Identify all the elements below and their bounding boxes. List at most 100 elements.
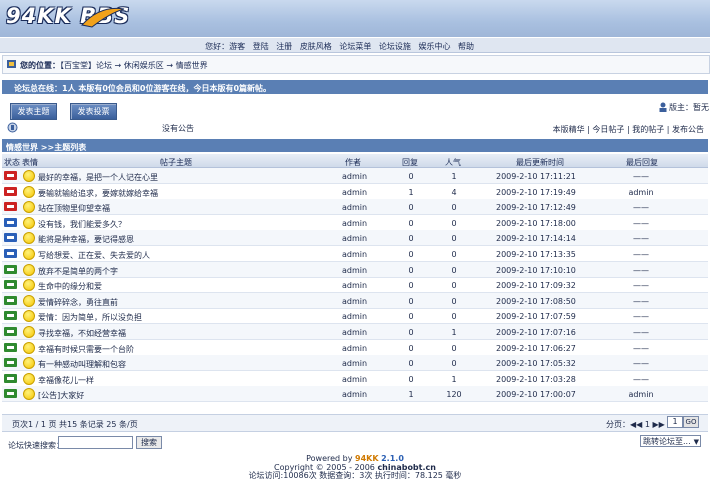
table-row[interactable]: 放弃不是简单的两个字 admin 0 0 2009-2-10 17:10:10 ——: [2, 261, 708, 278]
topic-replies: 0: [408, 265, 414, 275]
topic-views: 1: [451, 172, 457, 181]
table-row[interactable]: 写给想爱、正在爱、失去爱的人 admin 0 0 2009-2-10 17:13:35 —…: [2, 246, 708, 262]
online-status-text: 论坛总在线：1人 本版有0位会员和0位游客在线，今日本版有0篇新帖。: [14, 84, 272, 93]
search-input[interactable]: [58, 436, 133, 449]
search-button[interactable]: 搜索: [136, 436, 162, 449]
topic-icon: [4, 389, 17, 399]
topic-last-time: 2009-2-10 17:05:32: [496, 359, 576, 369]
topic-author[interactable]: admin: [342, 297, 367, 306]
smiley-icon: [23, 170, 35, 182]
topic-author[interactable]: admin: [342, 359, 367, 368]
topic-author[interactable]: admin: [342, 328, 367, 337]
topic-replies: 0: [408, 234, 414, 244]
topic-replies: 1: [408, 390, 414, 400]
breadcrumb-path[interactable]: 【百宝堂】论坛 → 休闲娱乐区 → 情感世界: [60, 61, 208, 70]
topic-author[interactable]: admin: [342, 266, 367, 275]
smiley-icon: [23, 341, 35, 354]
go-button[interactable]: GO: [683, 416, 699, 428]
table-row[interactable]: 寻找幸福，不如经营幸福 admin 0 1 2009-2-10 17:07:16 ——: [2, 324, 708, 340]
table-row[interactable]: 爱情：因为简单，所以没负担 admin 0 0 2009-2-10 17:07:59 ——: [2, 308, 708, 325]
nav-help[interactable]: 帮助: [458, 42, 474, 51]
topic-replies: 0: [408, 281, 414, 291]
smiley-icon: [23, 357, 35, 370]
moderator-icon: [659, 102, 667, 112]
table-row[interactable]: 爱情碎碎念，勇往直前 admin 0 0 2009-2-10 17:08:50 ——: [2, 292, 708, 309]
topic-title[interactable]: 要输就输给追求，要嫁就嫁给幸福: [38, 188, 158, 199]
topic-title[interactable]: 放弃不是简单的两个字: [38, 266, 118, 277]
table-row[interactable]: 没有钱，我们能爱多久？ admin 0 0 2009-2-10 17:18:00 ——: [2, 215, 708, 231]
new-topic-button[interactable]: 发表主题: [10, 103, 57, 120]
topic-author[interactable]: admin: [342, 250, 367, 259]
topic-title[interactable]: 爱情：因为简单，所以没负担: [38, 312, 142, 323]
table-row[interactable]: 幸福有时候只需要一个台阶 admin 0 0 2009-2-10 17:06:27 ——: [2, 340, 708, 356]
topic-title[interactable]: 有一种感动叫理解和包容: [38, 359, 126, 370]
topic-title[interactable]: 生命中的缘分和爱: [38, 281, 102, 292]
topic-title[interactable]: 寻找幸福，不如经营幸福: [38, 328, 126, 339]
topic-author[interactable]: admin: [342, 234, 367, 243]
topic-title[interactable]: 没有钱，我们能爱多久？: [38, 219, 126, 230]
board-links[interactable]: 本版精华 | 今日帖子 | 我的帖子 | 发布公告: [553, 124, 704, 135]
smiley-icon: [23, 388, 35, 401]
topic-title[interactable]: 能将是种幸福，要记得感恩: [38, 234, 134, 245]
top-nav: 您好：游客 登陆 注册 皮肤风格 论坛菜单 论坛设施 娱乐中心 帮助: [205, 41, 474, 52]
table-row[interactable]: 生命中的缘分和爱 admin 0 0 2009-2-10 17:09:32 ——: [2, 277, 708, 294]
topic-last-time: 2009-2-10 17:11:21: [496, 172, 576, 181]
topic-author[interactable]: admin: [342, 281, 367, 290]
topic-list-title-bar: 情感世界 >>主题列表: [2, 139, 708, 152]
nav-forum-menu[interactable]: 论坛菜单: [339, 42, 371, 51]
nav-register[interactable]: 注册: [276, 42, 292, 51]
page-number-input[interactable]: 1: [667, 416, 683, 428]
topic-last-reply: admin: [628, 187, 654, 197]
table-row[interactable]: 有一种感动叫理解和包容 admin 0 0 2009-2-10 17:05:32 ——: [2, 355, 708, 372]
topic-replies: 0: [408, 296, 414, 306]
smiley-icon: [23, 310, 35, 323]
col-author: 作者: [345, 158, 361, 167]
col-status: 状态: [4, 158, 20, 167]
table-row[interactable]: [公告]大家好 admin 1 120 2009-2-10 17:00:07 admin: [2, 386, 708, 403]
nav-entertainment[interactable]: 娱乐中心: [418, 42, 450, 51]
topic-author[interactable]: admin: [342, 375, 367, 384]
topic-replies: 0: [408, 374, 414, 384]
topic-title[interactable]: 幸福有时候只需要一个台阶: [38, 344, 134, 355]
topic-author[interactable]: admin: [342, 390, 367, 399]
table-row[interactable]: 能将是种幸福，要记得感恩 admin 0 0 2009-2-10 17:14:14 ——: [2, 230, 708, 247]
topic-last-time: 2009-2-10 17:00:07: [496, 390, 576, 400]
new-poll-button[interactable]: 发表投票: [70, 103, 117, 120]
table-row[interactable]: 最好的幸福，是把一个人记在心里 admin 0 1 2009-2-10 17:11:21…: [2, 168, 708, 184]
topic-author[interactable]: admin: [342, 203, 367, 212]
topic-author[interactable]: admin: [342, 312, 367, 321]
topic-last-time: 2009-2-10 17:07:59: [496, 312, 576, 322]
smiley-icon: [23, 263, 35, 276]
search-label: 论坛快速搜索：: [8, 441, 64, 450]
topic-last-reply: admin: [628, 390, 654, 400]
nav-skin[interactable]: 皮肤风格: [300, 42, 332, 51]
smiley-icon: [23, 372, 35, 385]
announcement-icon: [7, 122, 18, 133]
topic-title[interactable]: [公告]大家好: [38, 390, 84, 401]
nav-login[interactable]: 登陆: [253, 42, 269, 51]
topic-title[interactable]: 最好的幸福，是把一个人记在心里: [38, 172, 158, 183]
topic-title[interactable]: 写给想爱、正在爱、失去爱的人: [38, 250, 150, 261]
smiley-icon: [23, 201, 35, 214]
topic-icon: [4, 358, 17, 368]
footer: Powered by 94KK 2.1.0 Copyright © 2005 -…: [0, 454, 710, 481]
topic-author[interactable]: admin: [342, 172, 367, 181]
topic-title[interactable]: 站在顶物里仰望幸福: [38, 203, 110, 214]
hot-topic-icon: [4, 202, 17, 212]
new-topic-icon: [4, 217, 17, 227]
topic-author[interactable]: admin: [342, 188, 367, 197]
topic-author[interactable]: admin: [342, 219, 367, 228]
nav-facilities[interactable]: 论坛设施: [379, 42, 411, 51]
topic-last-time: 2009-2-10 17:14:14: [496, 234, 576, 244]
topic-author[interactable]: admin: [342, 344, 367, 353]
table-row[interactable]: 幸福像花儿一样 admin 0 1 2009-2-10 17:03:28 ——: [2, 371, 708, 387]
table-row[interactable]: 要输就输给追求，要嫁就嫁给幸福 admin 1 4 2009-2-10 17:19:49…: [2, 184, 708, 200]
topic-icon: [4, 373, 17, 383]
smiley-icon: [23, 279, 35, 292]
new-topic-icon: [4, 233, 17, 243]
topic-title[interactable]: 爱情碎碎念，勇往直前: [38, 297, 118, 308]
table-row[interactable]: 站在顶物里仰望幸福 admin 0 0 2009-2-10 17:12:49 ——: [2, 199, 708, 216]
topic-title[interactable]: 幸福像花儿一样: [38, 375, 94, 386]
topic-last-time: 2009-2-10 17:10:10: [496, 265, 576, 275]
forum-jump-select[interactable]: 跳转论坛至... ▼: [640, 435, 701, 447]
